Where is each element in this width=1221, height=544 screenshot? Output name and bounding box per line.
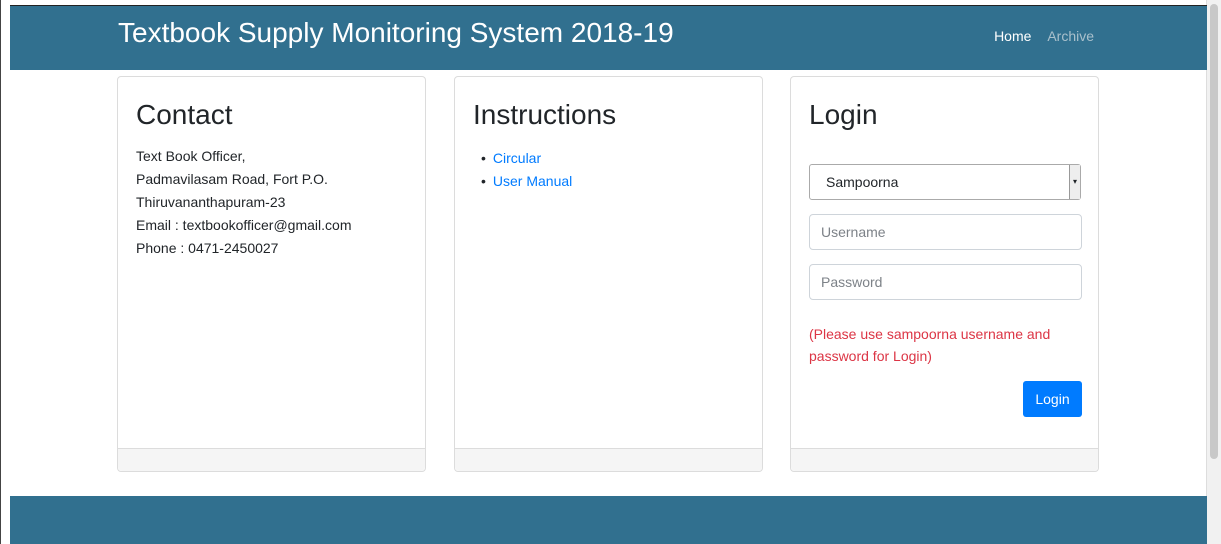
login-note: (Please use sampoorna username and passw… [809,326,1051,364]
contact-heading: Contact [136,99,233,130]
instructions-card: Instructions Circular User Manual [454,76,763,472]
instructions-heading: Instructions [473,99,617,130]
contact-card: Contact Text Book Officer, Padmavilasam … [117,76,426,472]
password-input[interactable] [809,264,1082,300]
nav-home-link[interactable]: Home [994,28,1031,44]
login-button[interactable]: Login [1023,381,1082,417]
login-type-select[interactable]: Sampoorna ▾ [809,164,1081,200]
main-nav: Home Archive [982,28,1094,44]
vertical-scrollbar[interactable] [1206,0,1221,544]
circular-link[interactable]: Circular [493,150,541,166]
username-input[interactable] [809,214,1082,250]
contact-line: Padmavilasam Road, Fort P.O. [136,171,328,187]
contact-email: Email : textbookofficer@gmail.com [136,217,352,233]
chevron-down-icon[interactable]: ▾ [1069,165,1080,199]
contact-phone: Phone : 0471-2450027 [136,240,279,256]
list-item: User Manual [481,170,572,193]
scrollbar-thumb[interactable] [1210,4,1218,459]
site-title[interactable]: Textbook Supply Monitoring System 2018-1… [118,17,674,49]
login-heading: Login [809,99,878,130]
contact-details: Text Book Officer, Padmavilasam Road, Fo… [136,145,351,260]
card-footer [118,448,425,471]
card-footer [791,448,1098,471]
nav-archive-link[interactable]: Archive [1047,28,1094,44]
top-navbar: Textbook Supply Monitoring System 2018-1… [10,5,1207,70]
select-value: Sampoorna [826,174,899,190]
login-card: Login Sampoorna ▾ (Please use sampoorna … [790,76,1099,472]
contact-line: Text Book Officer, [136,148,246,164]
card-footer [455,448,762,471]
instructions-list: Circular User Manual [481,147,572,193]
list-item: Circular [481,147,572,170]
page-footer [10,496,1207,544]
contact-line: Thiruvananthapuram-23 [136,194,286,210]
user-manual-link[interactable]: User Manual [493,173,572,189]
